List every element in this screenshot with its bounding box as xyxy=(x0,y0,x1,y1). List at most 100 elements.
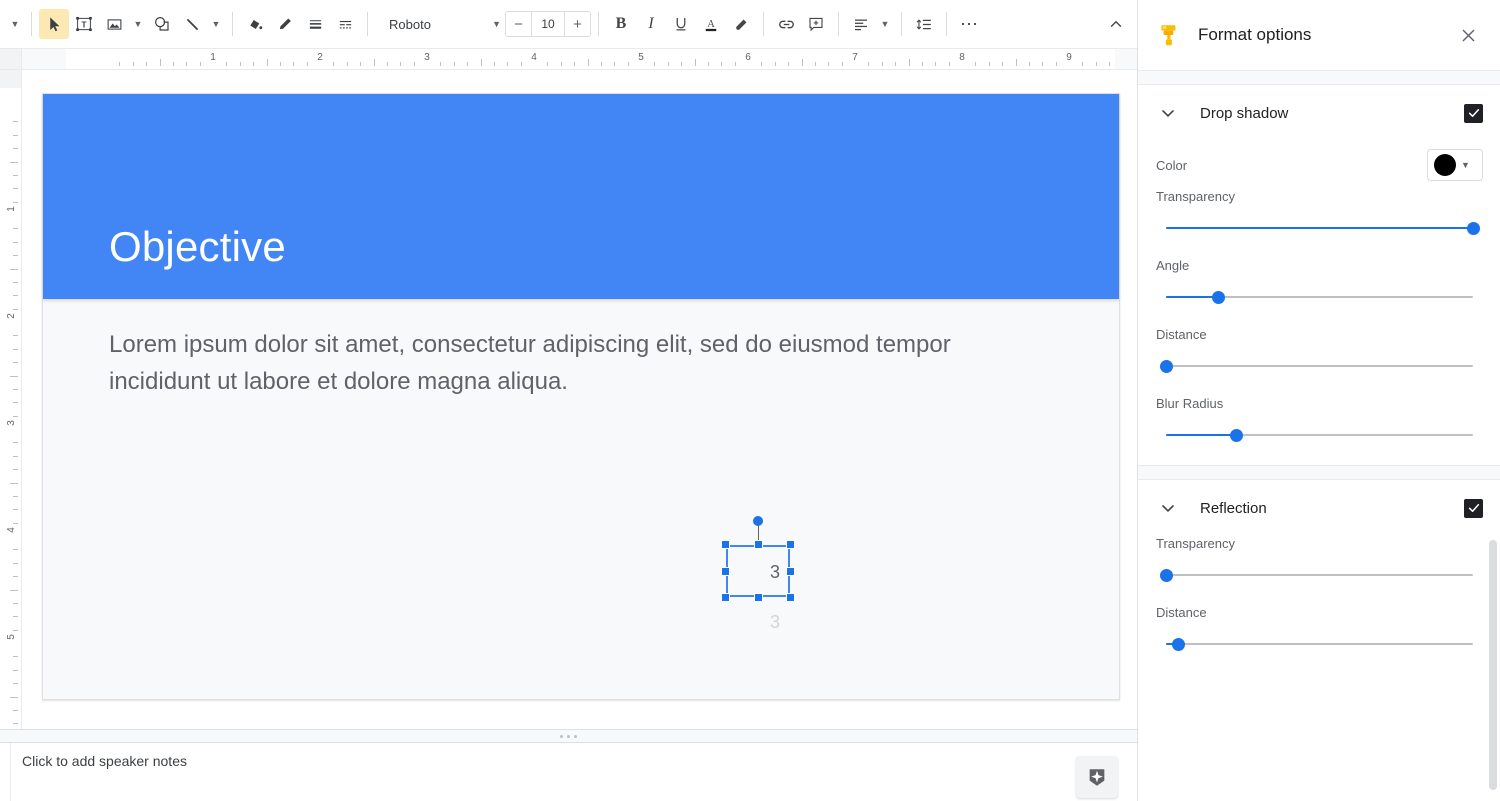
ruler-tick xyxy=(279,62,281,66)
resize-handle-nw[interactable] xyxy=(721,540,730,549)
vertical-ruler-track[interactable]: 1 2 3 4 5 xyxy=(0,88,21,729)
format-options-body[interactable]: Drop shadow Color ▼ Transparency Angle D… xyxy=(1138,71,1500,801)
speaker-notes-pane[interactable]: Click to add speaker notes xyxy=(0,742,1137,801)
check-icon xyxy=(1468,109,1479,117)
toolbar-separator-7 xyxy=(901,12,902,36)
panel-scrollbar-thumb[interactable] xyxy=(1489,540,1497,790)
reflection-checkbox[interactable] xyxy=(1464,498,1483,518)
notes-resize-handle[interactable] xyxy=(0,729,1137,742)
close-panel-button[interactable] xyxy=(1453,20,1483,50)
text-color-button[interactable]: A xyxy=(696,9,726,39)
slide-body-text[interactable]: Lorem ipsum dolor sit amet, consectetur … xyxy=(109,326,989,400)
slider-thumb[interactable] xyxy=(1159,569,1173,582)
horizontal-ruler[interactable]: 1 2 3 4 5 6 7 8 9 xyxy=(0,49,1137,70)
ruler-tick xyxy=(186,62,188,66)
resize-handle-se[interactable] xyxy=(786,593,795,602)
collapse-toolbar-button[interactable] xyxy=(1101,9,1131,39)
font-family-selector[interactable]: Roboto ▼ xyxy=(381,9,501,39)
add-comment-button[interactable] xyxy=(801,9,831,39)
italic-button[interactable]: I xyxy=(636,9,666,39)
slider-thumb[interactable] xyxy=(1466,222,1480,235)
increase-font-size-button[interactable]: + xyxy=(565,12,590,36)
vertical-ruler[interactable]: 1 2 3 4 5 xyxy=(0,70,22,729)
toolbar-overflow-start-icon[interactable]: ▼ xyxy=(6,9,24,39)
explore-button[interactable] xyxy=(1076,756,1118,798)
ruler-tick xyxy=(13,576,18,578)
ruler-tick xyxy=(814,62,816,66)
slide-title-text[interactable]: Objective xyxy=(109,223,286,271)
reflection-distance-slider[interactable] xyxy=(1156,636,1483,652)
toolbar-separator-3 xyxy=(367,12,368,36)
drop-shadow-angle-slider[interactable] xyxy=(1156,289,1483,305)
reflection-transparency-slider[interactable] xyxy=(1156,567,1483,583)
highlight-color-button[interactable] xyxy=(726,9,756,39)
resize-handle-ne[interactable] xyxy=(786,540,795,549)
toolbar-separator-5 xyxy=(763,12,764,36)
border-color-button[interactable] xyxy=(270,9,300,39)
textbox-tool-button[interactable]: T xyxy=(69,9,99,39)
italic-label: I xyxy=(648,15,654,32)
horizontal-ruler-track[interactable]: 1 2 3 4 5 6 7 8 9 xyxy=(66,49,1115,69)
slide-surface[interactable]: Objective Lorem ipsum dolor sit amet, co… xyxy=(42,93,1120,700)
border-weight-button[interactable] xyxy=(300,9,330,39)
drop-shadow-blur-slider[interactable] xyxy=(1156,427,1483,443)
resize-handle-n[interactable] xyxy=(753,540,763,549)
resize-handle-s[interactable] xyxy=(753,593,763,602)
chevron-down-icon: ▼ xyxy=(1461,159,1470,170)
ruler-number: 7 xyxy=(852,52,858,63)
ruler-tick xyxy=(574,62,576,66)
ruler-tick xyxy=(13,723,18,725)
align-button[interactable] xyxy=(846,9,876,39)
chevron-down-icon[interactable] xyxy=(1156,101,1180,125)
chevron-down-icon[interactable] xyxy=(1156,496,1180,520)
decrease-font-size-button[interactable]: − xyxy=(506,12,531,36)
underline-button[interactable] xyxy=(666,9,696,39)
line-tool-button[interactable] xyxy=(177,9,207,39)
font-size-input[interactable]: 10 xyxy=(531,12,565,36)
ruler-number: 8 xyxy=(959,52,965,63)
drop-shadow-color-picker[interactable]: ▼ xyxy=(1427,149,1483,181)
line-tool-dropdown[interactable]: ▼ xyxy=(207,9,225,39)
ruler-tick xyxy=(1002,62,1004,66)
slider-thumb[interactable] xyxy=(1159,360,1173,373)
slide-title-band[interactable]: Objective xyxy=(43,94,1119,299)
select-tool-button[interactable] xyxy=(39,9,69,39)
resize-handle-w[interactable] xyxy=(721,566,730,576)
drop-shadow-transparency-label: Transparency xyxy=(1156,189,1235,204)
speaker-notes-placeholder[interactable]: Click to add speaker notes xyxy=(22,753,187,769)
ruler-tick xyxy=(681,62,683,66)
fill-color-button[interactable] xyxy=(240,9,270,39)
drop-shadow-checkbox[interactable] xyxy=(1464,103,1483,123)
resize-handle-sw[interactable] xyxy=(721,593,730,602)
slider-fill xyxy=(1166,296,1219,298)
ruler-tick xyxy=(119,62,121,66)
image-tool-button[interactable] xyxy=(99,9,129,39)
selected-textbox[interactable]: 3 xyxy=(721,516,795,602)
slider-thumb[interactable] xyxy=(1230,429,1244,442)
slider-thumb[interactable] xyxy=(1211,291,1225,304)
slider-thumb[interactable] xyxy=(1171,638,1185,651)
line-spacing-button[interactable] xyxy=(909,9,939,39)
insert-link-button[interactable] xyxy=(771,9,801,39)
image-tool-dropdown[interactable]: ▼ xyxy=(129,9,147,39)
ruler-tick xyxy=(1042,62,1044,66)
ruler-tick xyxy=(13,201,18,203)
section-reflection-header[interactable]: Reflection xyxy=(1156,480,1483,536)
border-dash-button[interactable] xyxy=(330,9,360,39)
ruler-number: 2 xyxy=(317,52,323,63)
ruler-tick xyxy=(948,62,950,66)
drop-shadow-transparency-slider[interactable] xyxy=(1156,220,1483,236)
rotation-handle[interactable] xyxy=(753,516,763,526)
ruler-tick xyxy=(132,62,134,66)
resize-handle-e[interactable] xyxy=(786,566,795,576)
check-icon xyxy=(1468,504,1479,512)
align-dropdown[interactable]: ▼ xyxy=(876,9,894,39)
ruler-tick xyxy=(761,62,763,66)
more-options-button[interactable]: ⋯ xyxy=(954,9,984,39)
bold-button[interactable]: B xyxy=(606,9,636,39)
shape-tool-button[interactable] xyxy=(147,9,177,39)
slide-canvas[interactable]: Objective Lorem ipsum dolor sit amet, co… xyxy=(23,70,1137,729)
ruler-tick xyxy=(1055,62,1057,66)
section-drop-shadow-header[interactable]: Drop shadow xyxy=(1156,85,1483,141)
drop-shadow-distance-slider[interactable] xyxy=(1156,358,1483,374)
